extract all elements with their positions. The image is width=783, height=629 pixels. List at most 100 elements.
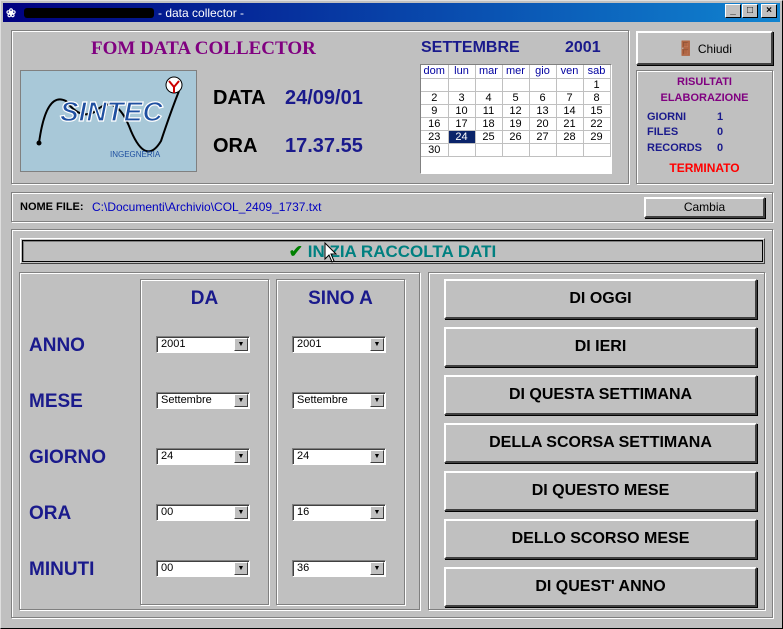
calendar-empty-cell (529, 78, 557, 92)
preset-this-month-button[interactable]: DI QUESTO MESE (444, 471, 757, 511)
calendar-day[interactable]: 8 (583, 91, 611, 105)
chevron-down-icon[interactable]: ▼ (370, 394, 384, 407)
calendar-day[interactable]: 9 (421, 104, 449, 118)
chevron-down-icon[interactable]: ▼ (234, 394, 248, 407)
calendar-day[interactable]: 19 (502, 117, 530, 131)
calendar-day[interactable]: 2 (421, 91, 449, 105)
chevron-down-icon[interactable]: ▼ (370, 506, 384, 519)
calendar-day[interactable]: 13 (529, 104, 557, 118)
calendar-empty-cell (448, 78, 476, 92)
to-header: SINO A (308, 288, 373, 309)
mese-to-value: Settembre (297, 394, 348, 406)
calendar-year: 2001 (565, 39, 601, 56)
close-button[interactable]: 🚪 Chiudi (636, 31, 773, 65)
preset-yesterday-button[interactable]: DI IERI (444, 327, 757, 367)
giorno-label: GIORNO (29, 447, 107, 468)
calendar-empty-cell (502, 143, 530, 157)
calendar-day[interactable]: 28 (556, 130, 584, 144)
close-window-button[interactable]: × (761, 4, 777, 18)
calendar-day[interactable]: 25 (475, 130, 503, 144)
preset-yesterday-label: DI IERI (574, 338, 627, 355)
calendar-weekday: dom (421, 65, 449, 79)
preset-last-month-button[interactable]: DELLO SCORSO MESE (444, 519, 757, 559)
preset-last-week-button[interactable]: DELLA SCORSA SETTIMANA (444, 423, 757, 463)
sintec-logo: SINTEC INGEGNERIA (20, 70, 197, 172)
calendar-day[interactable]: 21 (556, 117, 584, 131)
preset-this-month-label: DI QUESTO MESE (531, 482, 670, 499)
calendar-weekday: mar (475, 65, 503, 79)
change-file-button[interactable]: Cambia (644, 197, 765, 218)
calendar-grid[interactable]: dom lun mar mer gio ven sab 1 2 3 4 5 6 7 8 9 10 11 12 13 1… (420, 64, 612, 174)
preset-this-year-button[interactable]: DI QUEST' ANNO (444, 567, 757, 607)
preset-today-button[interactable]: DI OGGI (444, 279, 757, 319)
change-file-button-label: Cambia (683, 200, 726, 214)
calendar-day[interactable]: 10 (448, 104, 476, 118)
minuti-to-select[interactable]: 36 ▼ (292, 560, 386, 577)
anno-to-select[interactable]: 2001 ▼ (292, 336, 386, 353)
chevron-down-icon[interactable]: ▼ (234, 562, 248, 575)
chevron-down-icon[interactable]: ▼ (370, 338, 384, 351)
anno-from-value: 2001 (161, 338, 186, 350)
mese-to-select[interactable]: Settembre ▼ (292, 392, 386, 409)
calendar-table[interactable]: dom lun mar mer gio ven sab 1 2 3 4 5 6 7 8 9 10 11 12 13 1… (421, 65, 611, 157)
preset-today-label: DI OGGI (569, 290, 632, 307)
preset-this-week-button[interactable]: DI QUESTA SETTIMANA (444, 375, 757, 415)
calendar-day[interactable]: 20 (529, 117, 557, 131)
calendar-weekday: mer (502, 65, 530, 79)
calendar-day[interactable]: 12 (502, 104, 530, 118)
preset-last-month-label: DELLO SCORSO MESE (511, 530, 690, 547)
calendar-day[interactable]: 23 (421, 130, 449, 144)
start-collection-button[interactable]: ✔ INIZIA RACCOLTA DATI (20, 238, 765, 264)
calendar-day[interactable]: 30 (421, 143, 449, 157)
calendar-day[interactable]: 16 (421, 117, 449, 131)
chevron-down-icon[interactable]: ▼ (234, 450, 248, 463)
anno-from-select[interactable]: 2001 ▼ (156, 336, 250, 353)
calendar-weekday: gio (529, 65, 557, 79)
calendar-day[interactable]: 5 (502, 91, 530, 105)
calendar-day[interactable]: 24 (448, 130, 476, 144)
mese-from-select[interactable]: Settembre ▼ (156, 392, 250, 409)
main-window: ❀ - data collector - _ □ × FOM DATA COLL… (0, 0, 783, 629)
calendar-empty-cell (448, 143, 476, 157)
calendar-day[interactable]: 26 (502, 130, 530, 144)
calendar-empty-cell (421, 78, 449, 92)
calendar-day[interactable]: 27 (529, 130, 557, 144)
calendar-day[interactable]: 22 (583, 117, 611, 131)
calendar-day[interactable]: 18 (475, 117, 503, 131)
maximize-button[interactable]: □ (742, 4, 758, 18)
minimize-button[interactable]: _ (725, 4, 741, 18)
calendar-day[interactable]: 3 (448, 91, 476, 105)
mese-label: MESE (29, 391, 83, 412)
calendar-day[interactable]: 29 (583, 130, 611, 144)
ora-value: 17.37.55 (285, 135, 363, 157)
giorno-from-select[interactable]: 24 ▼ (156, 448, 250, 465)
chevron-down-icon[interactable]: ▼ (370, 562, 384, 575)
calendar-week-row: 23 24 25 26 27 28 29 (421, 130, 611, 144)
minuti-from-select[interactable]: 00 ▼ (156, 560, 250, 577)
preset-last-week-label: DELLA SCORSA SETTIMANA (489, 434, 712, 451)
giorno-to-select[interactable]: 24 ▼ (292, 448, 386, 465)
calendar-day[interactable]: 1 (583, 78, 611, 92)
ora-from-value: 00 (161, 506, 174, 518)
ora-to-select[interactable]: 16 ▼ (292, 504, 386, 521)
from-column (140, 279, 269, 605)
calendar-day[interactable]: 11 (475, 104, 503, 118)
file-path: C:\Documenti\Archivio\COL_2409_1737.txt (92, 200, 322, 214)
calendar-day[interactable]: 15 (583, 104, 611, 118)
chevron-down-icon[interactable]: ▼ (234, 338, 248, 351)
calendar-day[interactable]: 14 (556, 104, 584, 118)
calendar-day[interactable]: 7 (556, 91, 584, 105)
calendar-day[interactable]: 6 (529, 91, 557, 105)
records-value: 0 (717, 142, 724, 154)
preset-this-year-label: DI QUEST' ANNO (535, 578, 666, 595)
calendar-day[interactable]: 17 (448, 117, 476, 131)
ora-label: ORA (213, 135, 258, 157)
calendar-day[interactable]: 4 (475, 91, 503, 105)
title-bar[interactable]: ❀ - data collector - (3, 3, 780, 22)
ora-range-label: ORA (29, 503, 72, 524)
chevron-down-icon[interactable]: ▼ (234, 506, 248, 519)
calendar-month: SETTEMBRE (421, 39, 520, 56)
ora-from-select[interactable]: 00 ▼ (156, 504, 250, 521)
chevron-down-icon[interactable]: ▼ (370, 450, 384, 463)
status-text: TERMINATO (669, 161, 740, 175)
